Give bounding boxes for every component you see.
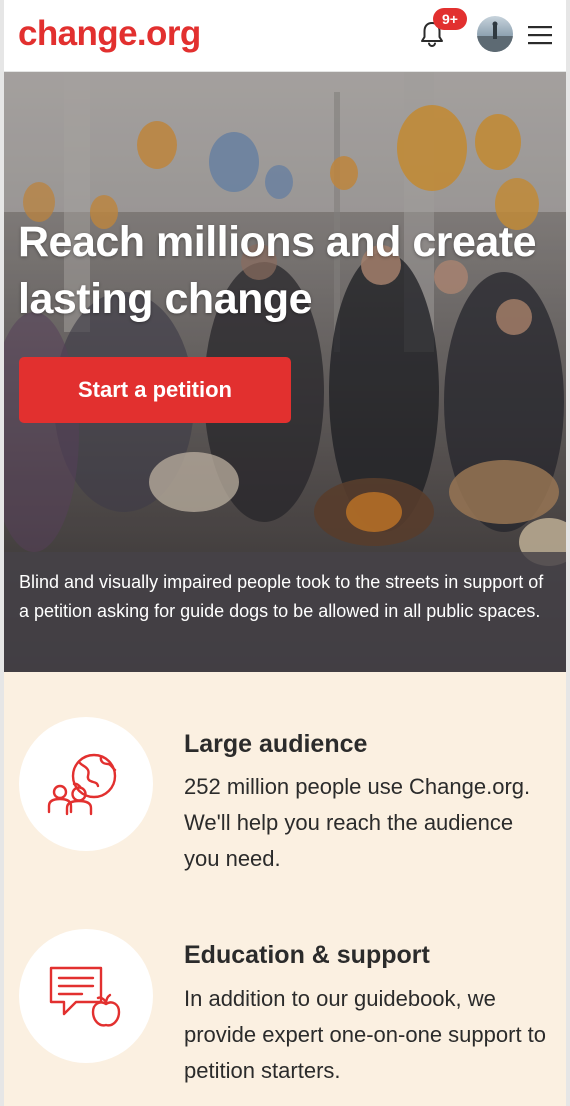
feature-icon-circle [19,717,153,851]
user-avatar[interactable] [477,16,513,52]
feature-text: In addition to our guidebook, we provide… [184,986,547,1083]
feature-title: Large audience [184,730,368,758]
hero-photo-caption: Blind and visually impaired people took … [4,552,566,672]
site-header: change.org 9+ [4,0,566,72]
page: change.org 9+ Reach millions and create … [0,0,570,1106]
chat-apple-icon [49,966,121,1027]
hero-caption-text: Blind and visually impaired people took … [19,572,544,621]
hamburger-menu-button[interactable] [527,24,553,46]
hero-title: Reach millions and create lasting change [18,218,537,323]
feature-title: Education & support [184,941,430,969]
features-section: Large audience 252 million people use Ch… [4,672,566,1106]
start-petition-button[interactable]: Start a petition [19,357,291,423]
feature-text: 252 million people use Change.org. We'll… [184,774,531,871]
hero-section: Reach millions and create lasting change… [4,72,566,672]
feature-icon-circle [19,929,153,1063]
avatar-photo [477,16,513,52]
change-org-logo[interactable]: change.org [18,13,201,55]
notifications-badge: 9+ [433,8,467,30]
hamburger-menu-icon [528,26,552,45]
globe-people-icon [47,753,117,816]
